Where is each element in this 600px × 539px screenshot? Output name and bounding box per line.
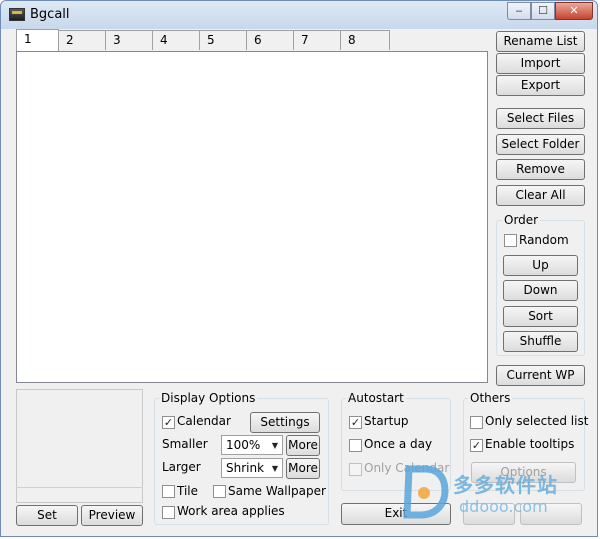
smaller-label: Smaller (162, 437, 208, 451)
select-files-button[interactable]: Select Files (496, 108, 585, 129)
order-label: Order (502, 213, 541, 227)
export-button[interactable]: Export (496, 75, 585, 96)
close-button[interactable]: ✕ (555, 2, 593, 20)
maximize-button[interactable]: ☐ (531, 2, 555, 20)
settings-button[interactable]: Settings (250, 412, 320, 433)
watermark: 多多软件站 ddooo.com (403, 463, 593, 525)
calendar-label: Calendar (177, 414, 231, 428)
tab-8[interactable]: 8 (341, 30, 390, 50)
import-button[interactable]: Import (496, 53, 585, 74)
larger-more-button[interactable]: More (286, 458, 320, 479)
sort-button[interactable]: Sort (503, 306, 578, 327)
tab-6[interactable]: 6 (247, 30, 294, 50)
startup-label: Startup (364, 414, 409, 428)
only-calendar-checkbox[interactable] (349, 463, 362, 476)
current-wp-button[interactable]: Current WP (496, 365, 585, 386)
preview-divider (16, 487, 143, 488)
preview-area (16, 389, 143, 503)
tab-3[interactable]: 3 (106, 30, 153, 50)
work-area-label: Work area applies (177, 504, 285, 518)
watermark-logo-icon (403, 465, 449, 519)
larger-label: Larger (162, 460, 201, 474)
startup-checkbox[interactable]: ✓ (349, 416, 362, 429)
watermark-brand: 多多软件站 (453, 473, 558, 497)
tab-5[interactable]: 5 (200, 30, 247, 50)
larger-select-value: Shrink (226, 461, 265, 475)
tab-1[interactable]: 1 (16, 29, 59, 51)
smaller-more-button[interactable]: More (286, 435, 320, 456)
minimize-button[interactable]: ‒ (507, 2, 531, 20)
enable-tooltips-label: Enable tooltips (485, 437, 575, 451)
up-button[interactable]: Up (503, 255, 578, 276)
only-selected-list-checkbox[interactable] (470, 416, 483, 429)
display-options-label: Display Options (159, 391, 258, 405)
tab-7[interactable]: 7 (294, 30, 341, 50)
tab-2[interactable]: 2 (59, 30, 106, 50)
tile-checkbox[interactable] (162, 485, 175, 498)
wallpaper-list[interactable] (16, 51, 488, 383)
app-icon (9, 8, 25, 21)
rename-list-button[interactable]: Rename List (496, 31, 585, 52)
work-area-checkbox[interactable] (162, 506, 175, 519)
autostart-label: Autostart (346, 391, 406, 405)
remove-button[interactable]: Remove (496, 159, 585, 180)
set-button[interactable]: Set (16, 505, 78, 526)
once-a-day-checkbox[interactable] (349, 439, 362, 452)
smaller-select[interactable]: 100% ▼ (221, 435, 283, 455)
others-label: Others (468, 391, 513, 405)
smaller-select-value: 100% (226, 438, 261, 452)
main-window: Bgcall ‒ ☐ ✕ 1 2 3 4 5 6 7 8 Rename List… (0, 0, 598, 537)
shuffle-button[interactable]: Shuffle (503, 331, 578, 352)
random-label: Random (519, 233, 569, 247)
window-title: Bgcall (30, 7, 70, 22)
larger-select[interactable]: Shrink ▼ (221, 458, 283, 478)
calendar-checkbox[interactable]: ✓ (162, 416, 175, 429)
random-checkbox[interactable] (504, 234, 517, 247)
once-a-day-label: Once a day (364, 437, 433, 451)
tab-4[interactable]: 4 (153, 30, 200, 50)
same-wallpaper-label: Same Wallpaper (228, 484, 326, 498)
chevron-down-icon: ▼ (271, 464, 278, 473)
preview-button[interactable]: Preview (81, 505, 143, 526)
only-selected-list-label: Only selected list (485, 414, 589, 428)
title-bar: Bgcall ‒ ☐ ✕ (1, 1, 597, 29)
tile-label: Tile (177, 484, 199, 498)
watermark-url: ddooo.com (459, 497, 548, 516)
same-wallpaper-checkbox[interactable] (213, 485, 226, 498)
enable-tooltips-checkbox[interactable]: ✓ (470, 439, 483, 452)
down-button[interactable]: Down (503, 280, 578, 301)
chevron-down-icon: ▼ (271, 441, 278, 450)
select-folder-button[interactable]: Select Folder (496, 134, 585, 155)
clear-all-button[interactable]: Clear All (496, 185, 585, 206)
